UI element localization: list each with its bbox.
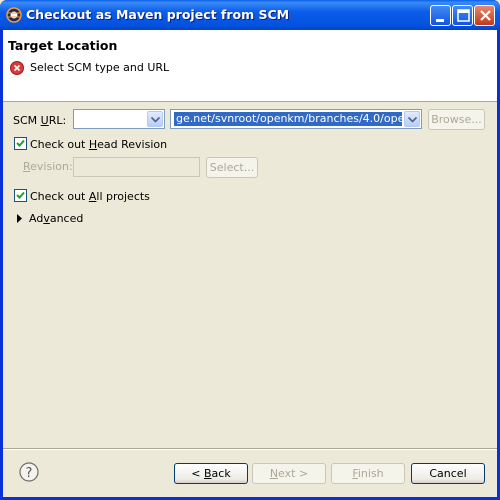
footer-separator bbox=[3, 448, 497, 450]
scm-type-combo[interactable] bbox=[73, 109, 165, 129]
title-bar[interactable]: Checkout as Maven project from SCM bbox=[0, 0, 500, 30]
expand-triangle-icon[interactable] bbox=[17, 213, 23, 226]
svg-text:?: ? bbox=[26, 466, 33, 481]
all-projects-label: Check out All projects bbox=[30, 190, 150, 203]
help-icon[interactable]: ? bbox=[19, 462, 39, 482]
dialog-window: Checkout as Maven project from SCM Targe… bbox=[0, 0, 500, 500]
advanced-section-toggle[interactable]: Advanced bbox=[29, 212, 83, 225]
all-projects-checkbox[interactable] bbox=[14, 189, 27, 202]
page-title: Target Location bbox=[8, 38, 118, 53]
page-message: Select SCM type and URL bbox=[30, 61, 170, 74]
close-icon bbox=[480, 10, 491, 21]
head-revision-label: Check out Head Revision bbox=[30, 138, 168, 151]
back-button[interactable]: < Back bbox=[174, 463, 248, 484]
minimize-button[interactable] bbox=[430, 5, 451, 26]
next-button[interactable]: Next > bbox=[252, 463, 326, 484]
scm-url-combo[interactable]: ge.net/svnroot/openkm/branches/4.0/openk… bbox=[170, 109, 422, 129]
wizard-header: Target Location Select SCM type and URL bbox=[3, 30, 497, 102]
scm-url-label: SCM URL: bbox=[13, 114, 67, 127]
chevron-down-icon bbox=[408, 117, 417, 123]
select-revision-button[interactable]: Select... bbox=[206, 157, 258, 178]
revision-label: Revision: bbox=[23, 160, 73, 173]
dialog-body: Target Location Select SCM type and URL … bbox=[3, 30, 497, 497]
error-icon bbox=[10, 61, 24, 75]
window-title: Checkout as Maven project from SCM bbox=[26, 7, 290, 22]
scm-url-dropdown-button[interactable] bbox=[404, 111, 420, 127]
scm-url-value[interactable]: ge.net/svnroot/openkm/branches/4.0/openk… bbox=[174, 112, 402, 126]
close-button[interactable] bbox=[474, 5, 495, 26]
minimize-icon bbox=[436, 19, 444, 22]
cancel-button[interactable]: Cancel bbox=[411, 463, 485, 484]
revision-input[interactable] bbox=[73, 157, 200, 177]
scm-type-dropdown-button[interactable] bbox=[147, 111, 163, 127]
maximize-icon bbox=[457, 9, 470, 22]
head-revision-checkbox[interactable] bbox=[14, 137, 27, 150]
checkmark-icon bbox=[16, 191, 25, 199]
eclipse-app-icon bbox=[6, 7, 22, 23]
browse-button[interactable]: Browse... bbox=[428, 109, 485, 130]
finish-button[interactable]: Finish bbox=[331, 463, 405, 484]
checkmark-icon bbox=[16, 139, 25, 147]
chevron-down-icon bbox=[151, 117, 160, 123]
maximize-button[interactable] bbox=[452, 5, 473, 26]
